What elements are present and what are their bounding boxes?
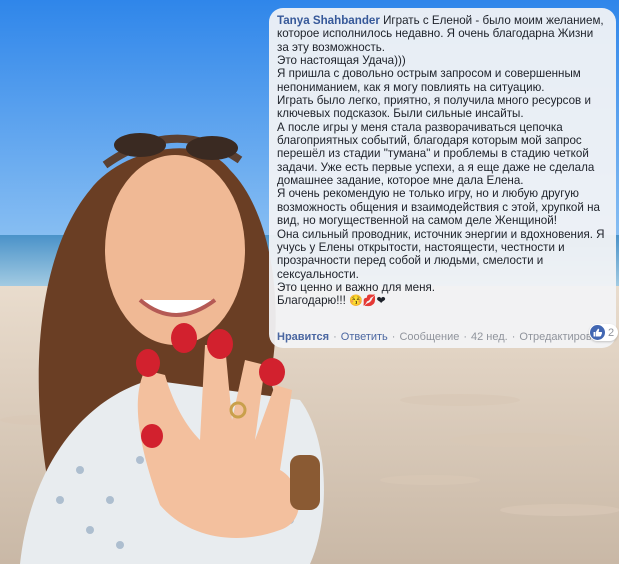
- bracelet: [290, 455, 320, 510]
- message-link[interactable]: Сообщение: [399, 331, 459, 343]
- thumbs-up-icon: [590, 325, 605, 340]
- comment-text: Играть с Еленой - было моим желанием, ко…: [277, 14, 605, 308]
- comment-author-link[interactable]: Tanya Shahbander: [277, 14, 380, 27]
- separator-dot: ·: [333, 331, 337, 343]
- comment-emojis: 😚💋❤: [349, 295, 386, 308]
- sunglasses-lens: [114, 133, 166, 157]
- reaction-count: 2: [608, 326, 615, 339]
- separator-dot: ·: [463, 331, 468, 343]
- like-link[interactable]: Нравится: [277, 331, 329, 343]
- separator-dot: ·: [511, 331, 516, 343]
- separator-dot: ·: [391, 331, 396, 343]
- sunglasses-lens: [186, 136, 238, 160]
- comment-actions: Нравится · Ответить · Сообщение · 42 нед…: [277, 331, 604, 343]
- comment-body: Tanya Shahbander Играть с Еленой - было …: [277, 14, 608, 309]
- comment-bubble: Tanya Shahbander Играть с Еленой - было …: [269, 8, 616, 348]
- reactions-badge[interactable]: 2: [589, 324, 619, 341]
- timestamp-link[interactable]: 42 нед.: [471, 331, 508, 343]
- reply-link[interactable]: Ответить: [341, 331, 388, 343]
